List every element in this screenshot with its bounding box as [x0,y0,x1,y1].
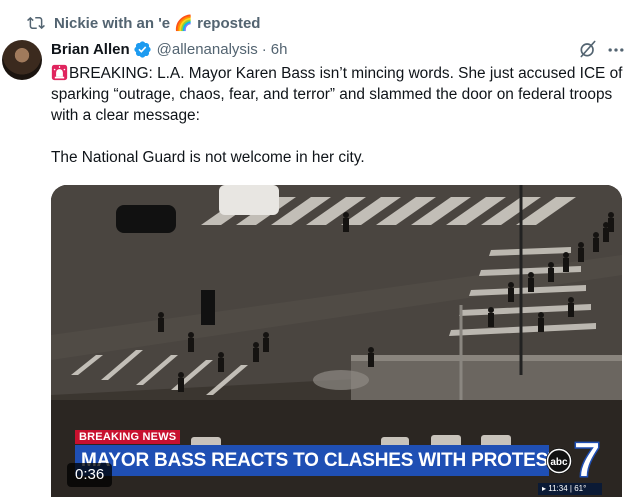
siren-emoji-icon [51,64,68,81]
video-duration: 0:36 [67,463,113,487]
tweet-text: BREAKING: L.A. Mayor Karen Bass isn’t mi… [51,63,631,168]
header-separator: · [261,40,267,58]
author-display-name[interactable]: Brian Allen [51,41,130,58]
repost-icon [27,16,45,30]
verified-badge-icon[interactable] [133,40,152,59]
tweet-header: Brian Allen @allenanalysis · 6h [51,38,287,60]
time-temperature-box: ▸ 11:34 | 61° [538,483,602,495]
abc-logo-text: abc [550,457,568,468]
video-player[interactable]: BREAKING NEWS MAYOR BASS REACTS TO CLASH… [51,185,622,497]
tweet-timestamp[interactable]: 6h [271,41,288,58]
repost-indicator[interactable]: Nickie with an 'e 🌈 reposted [27,12,260,34]
repost-text: Nickie with an 'e 🌈 reposted [54,15,261,32]
abc7-logo: abc 7 [546,431,602,481]
more-icon[interactable] [606,40,626,60]
breaking-news-tag: BREAKING NEWS [75,430,181,444]
abc-logo-number: 7 [573,432,601,481]
author-handle[interactable]: @allenanalysis [157,41,258,58]
grok-icon[interactable] [578,39,598,59]
avatar[interactable] [2,40,42,80]
video-headline: MAYOR BASS REACTS TO CLASHES WITH PROTES… [75,445,549,476]
tweet-body: BREAKING: L.A. Mayor Karen Bass isn’t mi… [51,65,623,166]
